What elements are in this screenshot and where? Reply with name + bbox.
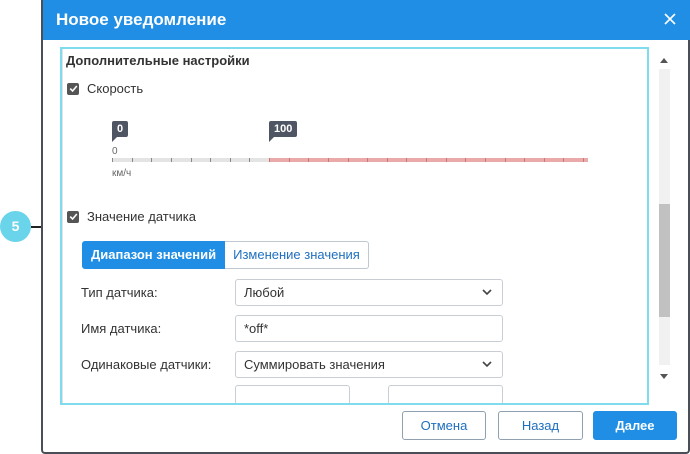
next-button[interactable]: Далее bbox=[593, 411, 677, 440]
chevron-down-icon bbox=[482, 361, 492, 368]
speed-checkbox[interactable] bbox=[67, 82, 79, 95]
slider-tick bbox=[446, 158, 447, 162]
slider-unit-label: км/ч bbox=[112, 168, 132, 179]
back-button[interactable]: Назад bbox=[498, 411, 583, 440]
slider-tick bbox=[544, 158, 545, 162]
slider-tick bbox=[563, 158, 564, 162]
slider-tick bbox=[583, 158, 584, 162]
tab-value-change[interactable]: Изменение значения bbox=[225, 241, 369, 269]
sensor-checkbox-row: Значение датчика bbox=[67, 209, 196, 224]
slider-tick bbox=[328, 158, 329, 162]
slider-tick bbox=[387, 158, 388, 162]
dialog-titlebar: Новое уведомление bbox=[43, 0, 690, 40]
slider-tick bbox=[151, 158, 152, 162]
slider-tick bbox=[465, 158, 466, 162]
same-sensors-label: Одинаковые датчики: bbox=[81, 357, 212, 372]
slider-tick bbox=[505, 158, 506, 162]
slider-tick bbox=[230, 158, 231, 162]
slider-tick bbox=[426, 158, 427, 162]
slider-tick bbox=[191, 158, 192, 162]
section-title: Дополнительные настройки bbox=[66, 53, 250, 68]
close-icon bbox=[664, 13, 676, 25]
arrow-down-icon bbox=[660, 373, 668, 379]
slider-tick bbox=[171, 158, 172, 162]
sensor-value-label: Значение датчика bbox=[87, 209, 196, 224]
panel-scrollbar[interactable] bbox=[655, 51, 673, 385]
slider-tick bbox=[210, 158, 211, 162]
same-sensors-select[interactable]: Суммировать значения bbox=[235, 351, 503, 378]
checkmark-icon bbox=[69, 213, 77, 221]
slider-tick bbox=[524, 158, 525, 162]
slider-tick bbox=[249, 158, 250, 162]
sensor-name-label: Имя датчика: bbox=[81, 321, 162, 336]
slider-min-handle-stem bbox=[112, 135, 119, 142]
sensor-mode-tabs: Диапазон значений Изменение значения bbox=[82, 241, 369, 269]
panel-left-border bbox=[62, 49, 63, 403]
scroll-down-button[interactable] bbox=[659, 371, 669, 381]
close-button[interactable] bbox=[660, 9, 680, 29]
range-to-input[interactable] bbox=[388, 385, 503, 403]
slider-tick bbox=[289, 158, 290, 162]
tab-value-range[interactable]: Диапазон значений bbox=[82, 241, 226, 269]
slider-tick bbox=[269, 158, 270, 162]
sensor-value-checkbox[interactable] bbox=[67, 210, 79, 223]
slider-tick bbox=[112, 158, 113, 162]
sensor-type-value: Любой bbox=[244, 285, 285, 300]
new-notification-dialog: Новое уведомление Дополнительные настрой… bbox=[41, 0, 690, 454]
checkmark-icon bbox=[69, 85, 77, 93]
sensor-type-label: Тип датчика: bbox=[81, 285, 158, 300]
sensor-name-input[interactable]: *off* bbox=[235, 315, 503, 342]
slider-track-active bbox=[269, 158, 588, 162]
slider-max-handle-stem bbox=[269, 135, 276, 142]
settings-panel: Дополнительные настройки Скорость 0 100 … bbox=[60, 47, 649, 405]
slider-tick bbox=[367, 158, 368, 162]
slider-tick bbox=[485, 158, 486, 162]
slider-tick bbox=[132, 158, 133, 162]
slider-tick bbox=[348, 158, 349, 162]
cancel-button[interactable]: Отмена bbox=[402, 411, 486, 440]
scrollbar-thumb[interactable] bbox=[659, 204, 670, 317]
slider-tick bbox=[308, 158, 309, 162]
sensor-name-value: *off* bbox=[244, 321, 269, 336]
slider-tick bbox=[406, 158, 407, 162]
dialog-title: Новое уведомление bbox=[56, 10, 227, 29]
scroll-up-button[interactable] bbox=[659, 55, 669, 65]
speed-checkbox-row: Скорость bbox=[67, 81, 143, 96]
slider-scale-zero: 0 bbox=[112, 146, 118, 157]
speed-label: Скорость bbox=[87, 81, 144, 96]
speed-range-slider[interactable]: 0 100 0 км/ч bbox=[112, 121, 592, 181]
sensor-type-select[interactable]: Любой bbox=[235, 279, 503, 306]
scrollbar-track[interactable] bbox=[659, 69, 670, 365]
arrow-up-icon bbox=[660, 57, 668, 63]
callout-badge: 5 bbox=[0, 211, 31, 242]
range-from-input[interactable] bbox=[235, 385, 350, 403]
chevron-down-icon bbox=[482, 289, 492, 296]
same-sensors-value: Суммировать значения bbox=[244, 357, 385, 372]
